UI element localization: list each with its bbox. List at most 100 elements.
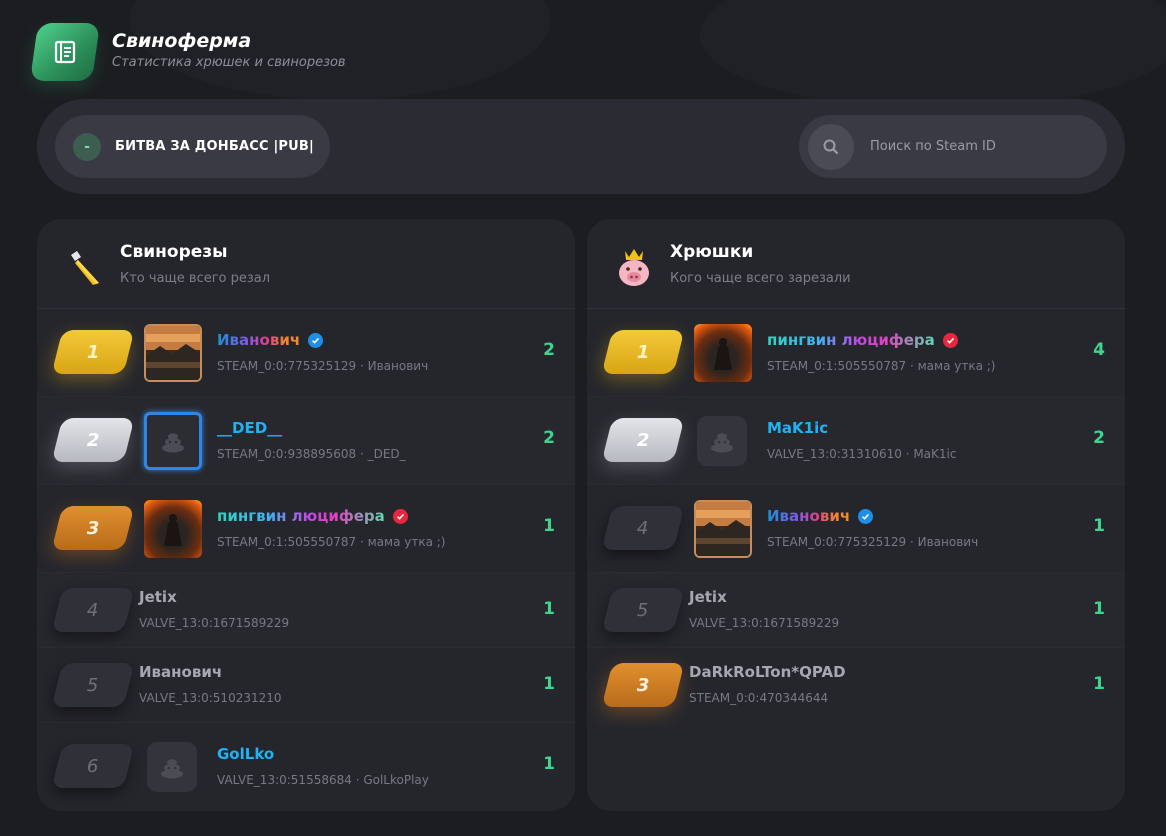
kill-count: 1 <box>543 754 555 774</box>
rank-badge-gold: 1 <box>601 330 685 374</box>
killer-row[interactable]: 5 Иванович VALVE_13:0:510231210 1 <box>37 648 575 723</box>
victims-panel-header: Хрюшки Кого чаще всего зарезали <box>587 219 1125 309</box>
player-info: пингвин люцифера STEAM_0:1:505550787 · м… <box>217 507 445 549</box>
rank-badge-gold: 1 <box>51 330 135 374</box>
death-count: 4 <box>1093 340 1105 360</box>
app-title: Свиноферма <box>112 30 252 52</box>
victims-title: Хрюшки <box>670 242 754 262</box>
player-info: Иванович VALVE_13:0:510231210 <box>139 663 282 705</box>
player-name[interactable]: пингвин люцифера <box>767 331 995 349</box>
search-bar <box>799 115 1107 178</box>
avatar[interactable] <box>694 324 752 382</box>
killer-row[interactable]: 6 GolLko VALVE_13:0:51558684 · GolLkoPla… <box>37 723 575 811</box>
crowned-pig-icon <box>619 249 649 286</box>
verified-check-icon <box>942 332 958 348</box>
player-name[interactable]: __DED__ <box>217 419 406 437</box>
book-icon <box>54 40 76 64</box>
killers-title: Свинорезы <box>120 242 228 262</box>
steam-id: STEAM_0:1:505550787 · мама утка ;) <box>767 359 996 373</box>
poop-placeholder-icon <box>711 433 733 453</box>
toolbar: - БИТВА ЗА ДОНБАСС |PUB| <box>37 99 1125 194</box>
rank-badge: 4 <box>601 506 685 550</box>
death-count: 1 <box>1093 516 1105 536</box>
poop-placeholder-icon <box>161 759 183 779</box>
rank-badge-bronze: 3 <box>601 663 685 707</box>
killer-row[interactable]: 1 Иванович STEAM_0:0:775325129 · Иванови… <box>37 309 575 397</box>
avatar[interactable] <box>697 416 747 466</box>
steam-id: STEAM_0:0:775325129 · Иванович <box>767 535 979 549</box>
search-icon <box>823 139 839 154</box>
steam-id-search-input[interactable] <box>870 139 1080 154</box>
kill-count: 1 <box>543 674 555 694</box>
rank-badge: 4 <box>51 588 135 632</box>
steam-id: STEAM_0:0:775325129 · Иванович <box>217 359 429 373</box>
knife-icon <box>71 251 99 285</box>
steam-id: VALVE_13:0:510231210 <box>139 691 282 705</box>
avatar[interactable] <box>147 742 197 792</box>
victim-row[interactable]: 5 Jetix VALVE_13:0:1671589229 1 <box>587 573 1125 648</box>
steam-id: STEAM_0:0:470344644 <box>689 691 829 705</box>
death-count: 2 <box>1093 428 1105 448</box>
victim-row[interactable]: 3 DaRkRoLTon*QPAD STEAM_0:0:470344644 1 <box>587 648 1125 723</box>
rank-badge-bronze: 3 <box>51 506 135 550</box>
player-name[interactable]: MaK1ic <box>767 419 956 437</box>
verified-check-icon <box>308 332 324 348</box>
app-logo[interactable] <box>29 23 101 81</box>
kill-count: 1 <box>543 516 555 536</box>
killer-row[interactable]: 3 пингвин люцифера STEAM_0:1:505550787 ·… <box>37 485 575 573</box>
victims-panel: Хрюшки Кого чаще всего зарезали 1 пингви… <box>587 219 1125 811</box>
player-name[interactable]: Иванович <box>139 663 282 681</box>
killers-panel: Свинорезы Кто чаще всего резал 1 Иванови… <box>37 219 575 811</box>
steam-id: VALVE_13:0:31310610 · MaK1ic <box>767 447 957 461</box>
killer-row[interactable]: 4 Jetix VALVE_13:0:1671589229 1 <box>37 573 575 648</box>
player-info: MaK1ic VALVE_13:0:31310610 · MaK1ic <box>767 419 956 461</box>
title-block: Свиноферма Статистика хрюшек и свинорезо… <box>112 30 346 70</box>
rank-badge-silver: 2 <box>51 418 135 462</box>
player-info: GolLko VALVE_13:0:51558684 · GolLkoPlay <box>217 745 429 787</box>
landscape-avatar-image <box>146 326 200 380</box>
server-selector[interactable]: - БИТВА ЗА ДОНБАСС |PUB| <box>55 115 330 178</box>
steam-id: STEAM_0:0:938895608 · _DED_ <box>217 447 406 461</box>
player-info: Иванович STEAM_0:0:775325129 · Иванович <box>767 507 978 549</box>
player-info: Jetix VALVE_13:0:1671589229 <box>139 588 289 630</box>
player-name[interactable]: Иванович <box>767 507 978 525</box>
avatar[interactable] <box>144 412 202 470</box>
player-info: Jetix VALVE_13:0:1671589229 <box>689 588 839 630</box>
steam-id: VALVE_13:0:51558684 · GolLkoPlay <box>217 773 429 787</box>
player-name[interactable]: Jetix <box>689 588 839 606</box>
death-count: 1 <box>1093 599 1105 619</box>
steam-id: VALVE_13:0:1671589229 <box>139 616 290 630</box>
player-name[interactable]: DaRkRoLTon*QPAD <box>689 663 846 681</box>
avatar[interactable] <box>144 324 202 382</box>
app-subtitle: Статистика хрюшек и свинорезов <box>112 55 346 70</box>
player-info: Иванович STEAM_0:0:775325129 · Иванович <box>217 331 428 373</box>
victim-row[interactable]: 2 MaK1ic VALVE_13:0:31310610 · MaK1ic 2 <box>587 397 1125 485</box>
player-name[interactable]: GolLko <box>217 745 429 763</box>
server-name: БИТВА ЗА ДОНБАСС |PUB| <box>115 139 314 154</box>
player-info: __DED__ STEAM_0:0:938895608 · _DED_ <box>217 419 406 461</box>
player-name[interactable]: Иванович <box>217 331 428 349</box>
rank-badge: 6 <box>51 744 135 788</box>
kill-count: 2 <box>543 340 555 360</box>
server-toggle-button[interactable]: - <box>73 132 101 161</box>
player-name[interactable]: Jetix <box>139 588 289 606</box>
fire-frame-avatar-image <box>164 514 182 546</box>
player-info: пингвин люцифера STEAM_0:1:505550787 · м… <box>767 331 995 373</box>
search-button[interactable] <box>808 123 854 170</box>
player-info: DaRkRoLTon*QPAD STEAM_0:0:470344644 <box>689 663 846 705</box>
victim-row[interactable]: 1 пингвин люцифера STEAM_0:1:505550787 ·… <box>587 309 1125 397</box>
fire-frame-avatar-image <box>714 338 732 370</box>
killer-row[interactable]: 2 __DED__ STEAM_0:0:938895608 · _DED_ 2 <box>37 397 575 485</box>
avatar[interactable] <box>694 500 752 558</box>
player-name[interactable]: пингвин люцифера <box>217 507 445 525</box>
victim-row[interactable]: 4 Иванович STEAM_0:0:775325129 · Иванови… <box>587 485 1125 573</box>
rank-badge: 5 <box>51 663 135 707</box>
verified-check-icon <box>858 508 874 524</box>
avatar[interactable] <box>144 500 202 558</box>
kill-count: 2 <box>543 428 555 448</box>
rank-badge-silver: 2 <box>601 418 685 462</box>
kill-count: 1 <box>543 599 555 619</box>
steam-id: VALVE_13:0:1671589229 <box>689 616 840 630</box>
killers-subtitle: Кто чаще всего резал <box>120 271 271 286</box>
rank-badge: 5 <box>601 588 685 632</box>
